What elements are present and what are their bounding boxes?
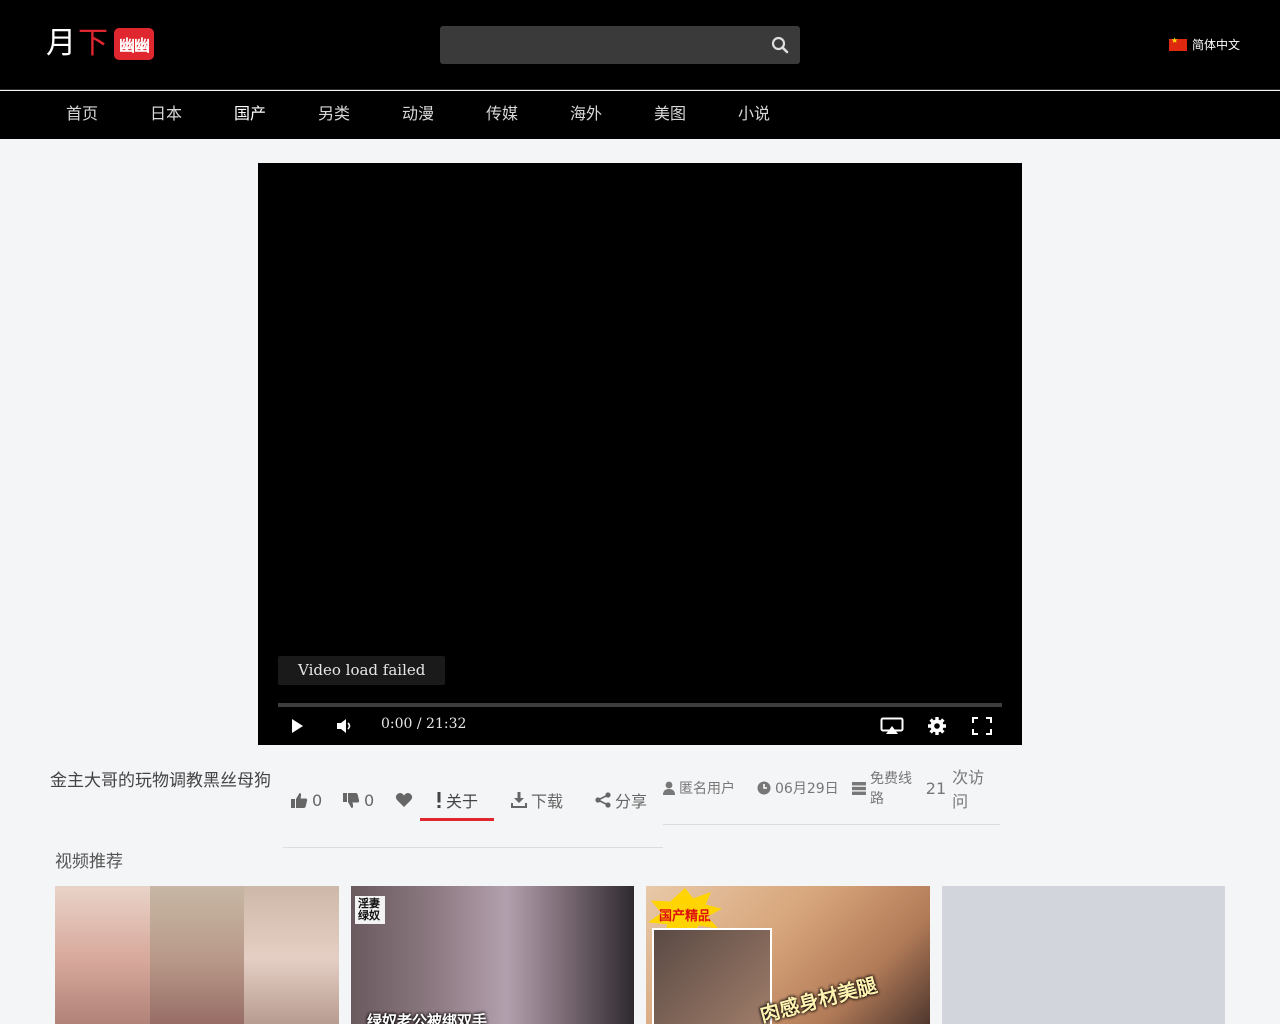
thumbnail-panel	[55, 886, 150, 1024]
server-icon	[852, 781, 866, 795]
uploader: 匿名用户	[663, 776, 735, 800]
search-bar	[440, 26, 800, 64]
visit-count: 21	[925, 778, 947, 798]
recommend-card[interactable]: 淫妻绿奴 绿奴老公被绑双手	[351, 886, 634, 1024]
card-caption: 绿奴老公被绑双手	[367, 1012, 488, 1024]
language-label: 简体中文	[1191, 38, 1240, 52]
search-button[interactable]	[760, 26, 800, 64]
settings-button[interactable]	[923, 712, 951, 740]
play-icon	[292, 719, 303, 733]
clock-icon	[757, 781, 771, 795]
line-label: 免费线路	[869, 771, 912, 807]
recommend-card-placeholder[interactable]	[942, 886, 1225, 1024]
logo-badge: 幽幽	[114, 28, 155, 60]
like-count: 0	[312, 790, 323, 810]
tab-share[interactable]: 分享	[595, 780, 647, 820]
search-input[interactable]	[440, 26, 760, 64]
visit-stats: 免费线路 21 次访问	[852, 768, 1000, 811]
share-icon	[595, 792, 611, 808]
site-header: 月 下 幽幽 简体中文	[0, 0, 1280, 90]
dislike-button[interactable]: 0	[342, 780, 374, 820]
thumbs-down-icon	[343, 792, 360, 808]
download-icon	[511, 792, 527, 808]
like-button[interactable]: 0	[290, 780, 322, 820]
upload-date-text: 06月29日	[775, 781, 839, 797]
card-tag: 淫妻绿奴	[355, 896, 385, 924]
favorite-button[interactable]	[395, 780, 413, 820]
heart-icon	[395, 793, 413, 807]
video-actions: 0 0 关于 下载 分享	[283, 780, 663, 848]
thumbnail-panel	[149, 886, 245, 1024]
video-meta: 匿名用户 06月29日 免费线路 21 次访问	[663, 768, 1000, 825]
nav-item-other[interactable]: 另类	[318, 91, 350, 139]
video-player[interactable]: Video load failed 0:00 / 21:32	[258, 163, 1022, 745]
user-icon	[663, 781, 675, 795]
exclamation-icon	[437, 792, 441, 808]
thumbnail-panel	[244, 886, 339, 1024]
airplay-button[interactable]	[878, 712, 906, 740]
nav-item-media[interactable]: 传媒	[486, 91, 518, 139]
dislike-count: 0	[364, 790, 375, 810]
nav-item-japan[interactable]: 日本	[150, 91, 182, 139]
nav-item-home[interactable]: 首页	[66, 91, 98, 139]
logo-text-below: 下	[78, 26, 108, 61]
nav-item-anime[interactable]: 动漫	[402, 91, 434, 139]
progress-bar[interactable]	[278, 703, 1002, 707]
main-nav: 首页 日本 国产 另类 动漫 传媒 海外 美图 小说	[0, 91, 1280, 139]
airplay-icon	[880, 717, 904, 734]
site-logo[interactable]: 月 下 幽幽	[46, 26, 155, 62]
nav-item-domestic[interactable]: 国产	[234, 91, 266, 139]
nav-item-overseas[interactable]: 海外	[570, 91, 602, 139]
fullscreen-button[interactable]	[968, 712, 996, 740]
card-caption: 肉感身材美腿	[757, 972, 880, 1024]
visit-label: 次访问	[952, 768, 985, 811]
video-error-message: Video load failed	[278, 656, 446, 685]
inset-thumbnail	[652, 928, 772, 1024]
upload-date: 06月29日	[757, 776, 839, 800]
recommend-card[interactable]: 国产精品 肉感身材美腿	[646, 886, 930, 1024]
tab-download-label: 下载	[531, 792, 564, 811]
tab-about-label: 关于	[446, 792, 479, 811]
tab-share-label: 分享	[615, 792, 648, 811]
fullscreen-icon	[972, 717, 992, 735]
video-title: 金主大哥的玩物调教黑丝母狗	[50, 771, 271, 791]
volume-button[interactable]	[331, 712, 357, 740]
tab-about[interactable]: 关于	[419, 780, 495, 821]
thumbs-up-icon	[291, 792, 308, 808]
recommend-card[interactable]	[55, 886, 339, 1024]
logo-text-moon: 月	[46, 26, 76, 61]
uploader-name: 匿名用户	[679, 781, 735, 797]
recommend-title: 视频推荐	[55, 852, 123, 872]
time-display: 0:00 / 21:32	[381, 716, 467, 732]
language-selector[interactable]: 简体中文	[1168, 36, 1240, 53]
nav-item-pictures[interactable]: 美图	[654, 91, 686, 139]
tab-download[interactable]: 下载	[511, 780, 563, 820]
search-icon	[771, 36, 789, 54]
china-flag-icon	[1168, 36, 1187, 51]
nav-item-novels[interactable]: 小说	[738, 91, 770, 139]
volume-icon	[337, 719, 351, 733]
play-button[interactable]	[284, 712, 310, 740]
gear-icon	[928, 717, 946, 735]
